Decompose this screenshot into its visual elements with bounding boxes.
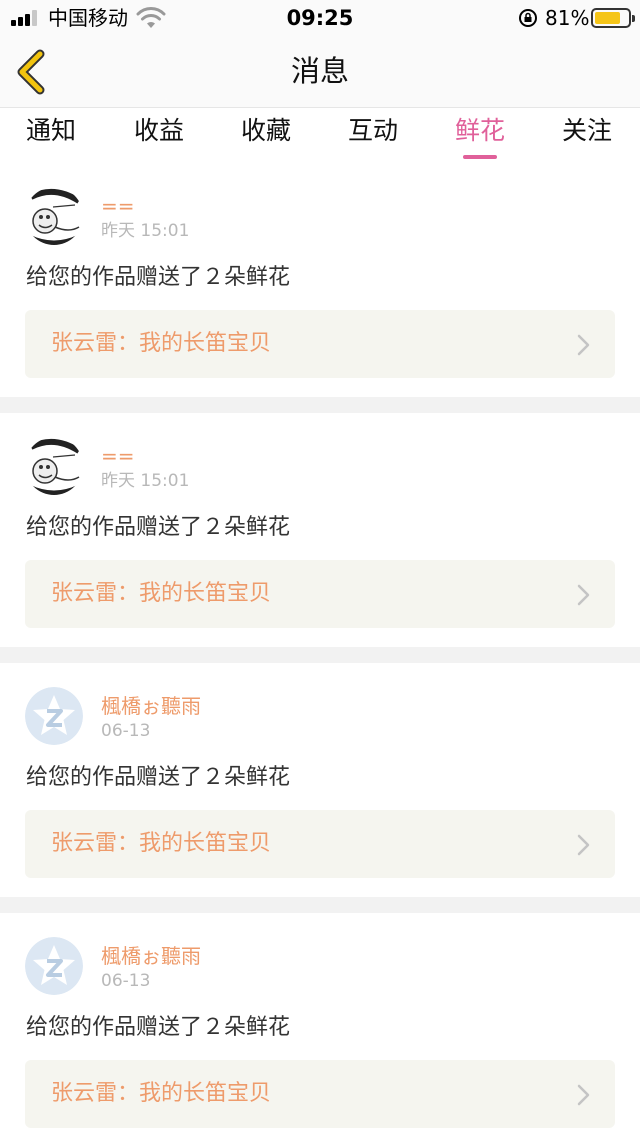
default-star-avatar-icon	[25, 687, 83, 745]
list-item: == 昨天 15:01 给您的作品赠送了２朵鲜花 张云雷：我的长笛宝贝	[0, 413, 640, 647]
tab-label: 收益	[133, 116, 184, 145]
avatar[interactable]	[25, 937, 83, 995]
tab-earnings[interactable]: 收益	[114, 113, 204, 149]
active-tab-indicator	[463, 155, 497, 159]
battery-percentage: 81%	[545, 6, 590, 30]
chevron-right-icon	[577, 584, 590, 606]
username[interactable]: 楓橋ぉ聽雨	[101, 694, 201, 718]
divider	[0, 897, 640, 913]
sketch-avatar-icon	[25, 437, 83, 495]
divider	[0, 647, 640, 663]
status-bar: 中国移动 09:25 81%	[0, 0, 640, 36]
work-title: 张云雷：我的长笛宝贝	[51, 1081, 272, 1106]
tab-following[interactable]: 关注	[542, 113, 632, 149]
work-link[interactable]: 张云雷：我的长笛宝贝	[25, 810, 615, 878]
rotation-lock-icon	[519, 9, 537, 27]
tab-label: 互动	[347, 116, 398, 145]
tab-flowers[interactable]: 鲜花	[435, 113, 525, 159]
chevron-right-icon	[577, 834, 590, 856]
navigation-bar: 消息	[0, 36, 640, 108]
chevron-right-icon	[577, 334, 590, 356]
sketch-avatar-icon	[25, 187, 83, 245]
list-item: 楓橋ぉ聽雨 06-13 给您的作品赠送了２朵鲜花 张云雷：我的长笛宝贝	[0, 913, 640, 1139]
list-item: 楓橋ぉ聽雨 06-13 给您的作品赠送了２朵鲜花 张云雷：我的长笛宝贝	[0, 663, 640, 897]
work-link[interactable]: 张云雷：我的长笛宝贝	[25, 1060, 615, 1128]
list-item: == 昨天 15:01 给您的作品赠送了２朵鲜花 张云雷：我的长笛宝贝	[0, 163, 640, 397]
work-title: 张云雷：我的长笛宝贝	[51, 581, 272, 606]
avatar[interactable]	[25, 187, 83, 245]
message-text: 给您的作品赠送了２朵鲜花	[26, 1015, 291, 1040]
divider	[0, 397, 640, 413]
tab-label: 收藏	[240, 116, 291, 145]
message-tabs: 通知 收益 收藏 互动 鲜花 关注	[0, 109, 640, 159]
work-link[interactable]: 张云雷：我的长笛宝贝	[25, 310, 615, 378]
message-text: 给您的作品赠送了２朵鲜花	[26, 765, 291, 790]
timestamp: 昨天 15:01	[101, 471, 190, 491]
avatar[interactable]	[25, 437, 83, 495]
timestamp: 06-13	[101, 721, 151, 741]
tab-label: 关注	[561, 116, 612, 145]
message-text: 给您的作品赠送了２朵鲜花	[26, 515, 291, 540]
message-text: 给您的作品赠送了２朵鲜花	[26, 265, 291, 290]
chevron-right-icon	[577, 1084, 590, 1106]
tab-label: 鲜花	[454, 116, 505, 145]
tab-interactions[interactable]: 互动	[328, 113, 418, 149]
timestamp: 06-13	[101, 971, 151, 991]
work-link[interactable]: 张云雷：我的长笛宝贝	[25, 560, 615, 628]
timestamp: 昨天 15:01	[101, 221, 190, 241]
username[interactable]: ==	[101, 194, 135, 218]
username[interactable]: ==	[101, 444, 135, 468]
username[interactable]: 楓橋ぉ聽雨	[101, 944, 201, 968]
flower-message-list: == 昨天 15:01 给您的作品赠送了２朵鲜花 张云雷：我的长笛宝贝 == 昨…	[0, 163, 640, 1139]
work-title: 张云雷：我的长笛宝贝	[51, 831, 272, 856]
battery-icon	[591, 8, 635, 28]
avatar[interactable]	[25, 687, 83, 745]
status-time: 09:25	[286, 6, 354, 30]
default-star-avatar-icon	[25, 937, 83, 995]
page-title: 消息	[290, 54, 349, 88]
tab-notifications[interactable]: 通知	[6, 113, 96, 149]
tab-favorites[interactable]: 收藏	[221, 113, 311, 149]
work-title: 张云雷：我的长笛宝贝	[51, 331, 272, 356]
tab-label: 通知	[25, 116, 76, 145]
